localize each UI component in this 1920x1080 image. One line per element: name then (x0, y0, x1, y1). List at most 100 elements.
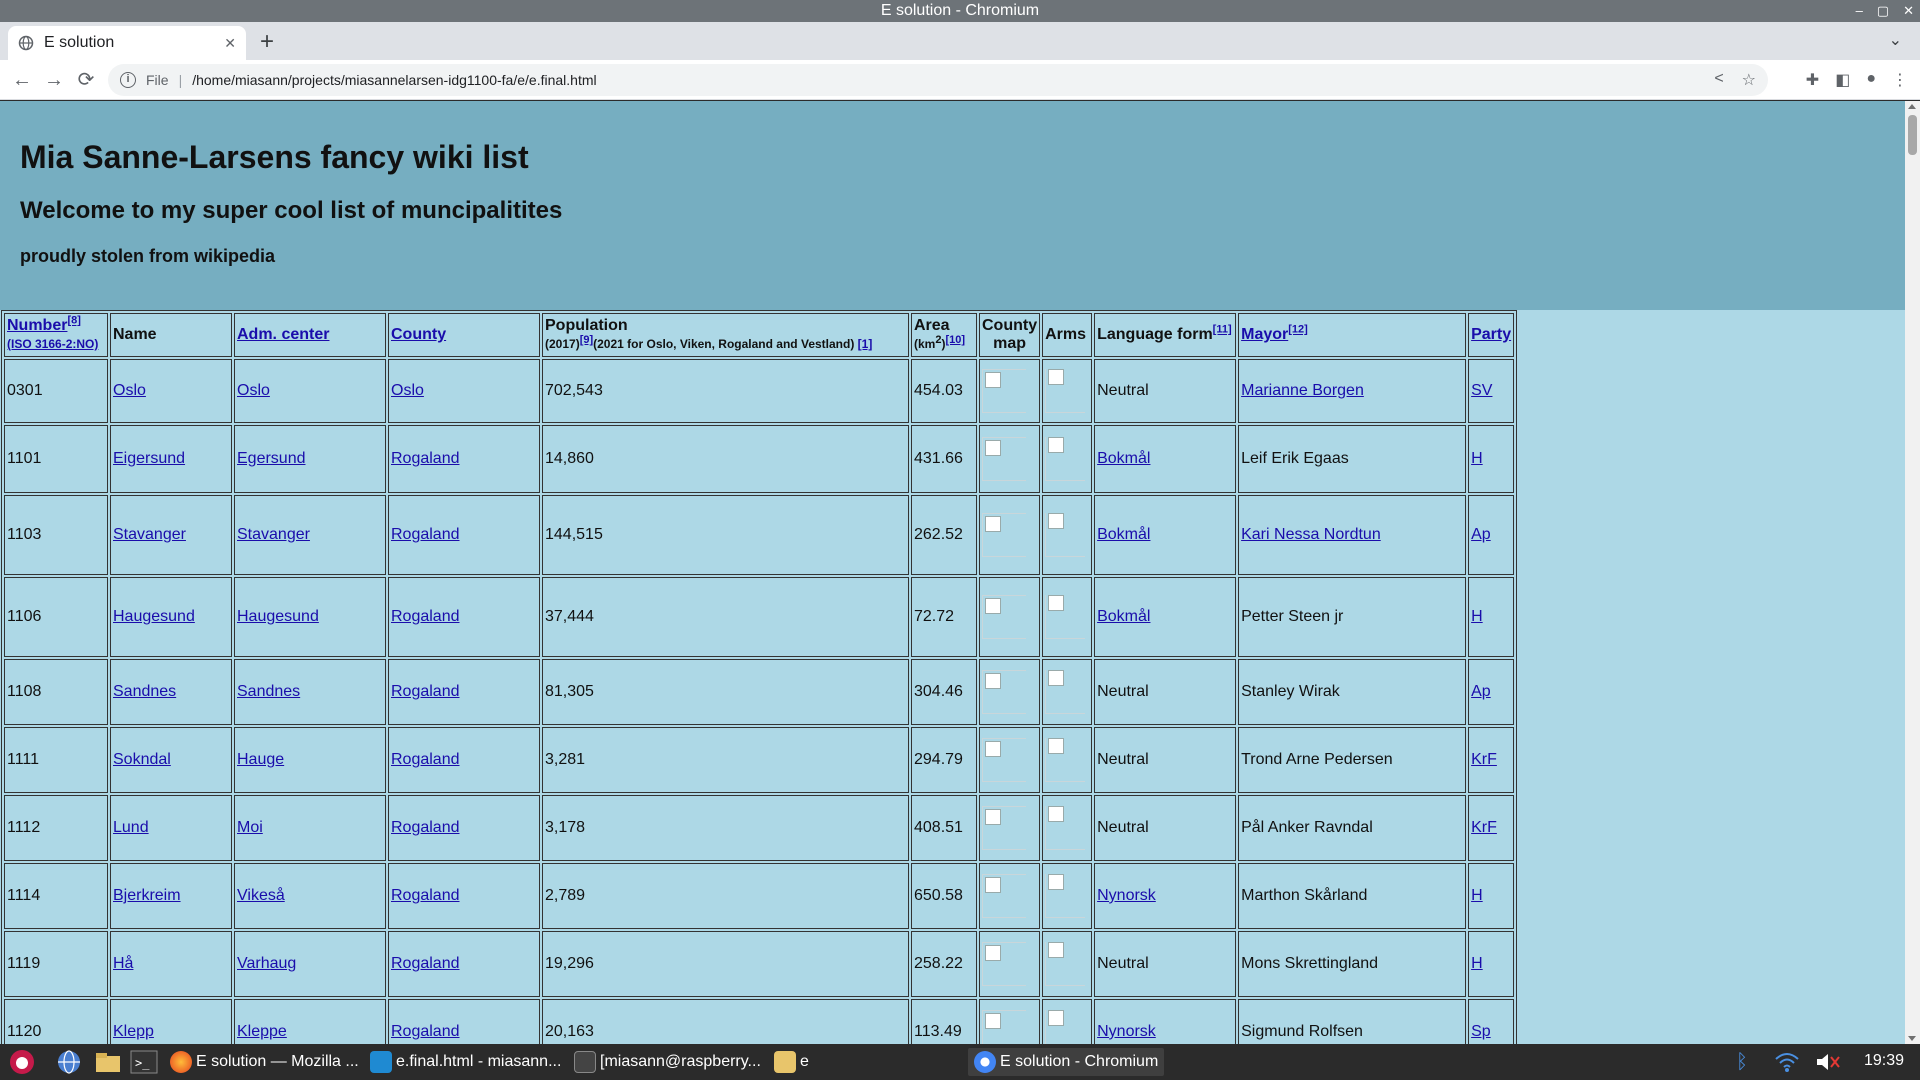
county-link[interactable]: Rogaland (391, 955, 460, 972)
party-link[interactable]: H (1471, 450, 1483, 467)
municipality-name-link[interactable]: Hå (113, 955, 133, 972)
maximize-button[interactable]: ▢ (1877, 0, 1889, 22)
adm-center-link[interactable]: Stavanger (237, 526, 310, 543)
ref-link-9[interactable]: [9] (580, 334, 593, 346)
scroll-down-arrow-icon[interactable] (1908, 1036, 1916, 1041)
adm-center-link[interactable]: Haugesund (237, 608, 319, 625)
profile-icon[interactable]: ● (1866, 70, 1876, 90)
language-form-link[interactable]: Bokmål (1097, 526, 1150, 543)
forward-button[interactable]: → (42, 68, 66, 92)
ref-link-8[interactable]: [8] (67, 315, 80, 327)
broken-image-icon[interactable] (985, 741, 1001, 757)
taskbar-item-terminal[interactable]: [miasann@raspberry... (574, 1048, 761, 1076)
language-form-link[interactable]: Bokmål (1097, 608, 1150, 625)
party-link[interactable]: SV (1471, 382, 1492, 399)
county-link[interactable]: Oslo (391, 382, 424, 399)
municipality-name-link[interactable]: Stavanger (113, 526, 186, 543)
taskbar-item-chromium[interactable]: E solution - Chromium (968, 1048, 1165, 1076)
county-link[interactable]: Rogaland (391, 608, 460, 625)
mayor-link[interactable]: Marianne Borgen (1241, 382, 1364, 399)
language-form-link[interactable]: Nynorsk (1097, 887, 1156, 904)
broken-image-icon[interactable] (985, 440, 1001, 456)
adm-center-link[interactable]: Oslo (237, 382, 270, 399)
reload-button[interactable]: ⟳ (74, 68, 98, 92)
minimize-button[interactable]: – (1856, 0, 1863, 22)
broken-image-icon[interactable] (1048, 1010, 1065, 1026)
broken-image-icon[interactable] (985, 1013, 1001, 1029)
raspberry-menu-icon[interactable] (8, 1048, 36, 1076)
tab-close-icon[interactable]: ✕ (224, 35, 236, 52)
scrollbar-thumb[interactable] (1908, 115, 1917, 155)
broken-image-icon[interactable] (1048, 670, 1065, 686)
municipality-name-link[interactable]: Bjerkreim (113, 887, 181, 904)
county-link[interactable]: Rogaland (391, 819, 460, 836)
taskbar-item-vscode[interactable]: e.final.html - miasann... (370, 1048, 561, 1076)
tab-search-chevron-icon[interactable]: ⌄ (1889, 30, 1902, 50)
county-link[interactable]: Rogaland (391, 526, 460, 543)
party-link[interactable]: Ap (1471, 683, 1491, 700)
broken-image-icon[interactable] (1048, 738, 1065, 754)
wifi-icon[interactable] (1774, 1048, 1800, 1076)
county-link[interactable]: Rogaland (391, 751, 460, 768)
close-window-button[interactable]: ✕ (1903, 0, 1914, 22)
broken-image-icon[interactable] (985, 877, 1001, 893)
party-link[interactable]: KrF (1471, 751, 1497, 768)
county-link[interactable]: Rogaland (391, 450, 460, 467)
language-form-link[interactable]: Bokmål (1097, 450, 1150, 467)
broken-image-icon[interactable] (985, 372, 1001, 388)
terminal-launcher-icon[interactable]: >_ (130, 1048, 158, 1076)
adm-center-link[interactable]: Kleppe (237, 1023, 287, 1040)
party-link[interactable]: H (1471, 955, 1483, 972)
party-link[interactable]: H (1471, 887, 1483, 904)
ref-link-10[interactable]: [10] (945, 334, 965, 346)
adm-center-link[interactable]: Varhaug (237, 955, 296, 972)
header-number-link[interactable]: Number (7, 317, 67, 334)
scroll-up-arrow-icon[interactable] (1908, 104, 1916, 109)
municipality-name-link[interactable]: Sokndal (113, 751, 171, 768)
iso-link[interactable]: (ISO 3166-2:NO) (7, 337, 98, 351)
broken-image-icon[interactable] (1048, 369, 1065, 385)
bookmark-star-icon[interactable]: ☆ (1742, 70, 1756, 90)
broken-image-icon[interactable] (985, 945, 1001, 961)
mayor-link[interactable]: Kari Nessa Nordtun (1241, 526, 1381, 543)
municipality-name-link[interactable]: Oslo (113, 382, 146, 399)
party-link[interactable]: H (1471, 608, 1483, 625)
municipality-name-link[interactable]: Sandnes (113, 683, 176, 700)
header-county-link[interactable]: County (391, 326, 446, 343)
tab-e-solution[interactable]: E solution ✕ (8, 26, 246, 60)
extensions-puzzle-icon[interactable]: ✚ (1806, 70, 1819, 90)
adm-center-link[interactable]: Sandnes (237, 683, 300, 700)
party-link[interactable]: Sp (1471, 1023, 1491, 1040)
broken-image-icon[interactable] (1048, 942, 1065, 958)
broken-image-icon[interactable] (1048, 437, 1065, 453)
address-bar[interactable]: i File | /home/miasann/projects/miasanne… (108, 64, 1768, 96)
new-tab-button[interactable]: + (260, 28, 274, 56)
county-link[interactable]: Rogaland (391, 683, 460, 700)
broken-image-icon[interactable] (1048, 513, 1065, 529)
adm-center-link[interactable]: Hauge (237, 751, 284, 768)
page-scrollbar[interactable] (1905, 101, 1920, 1044)
broken-image-icon[interactable] (985, 516, 1001, 532)
county-link[interactable]: Rogaland (391, 887, 460, 904)
adm-center-link[interactable]: Moi (237, 819, 263, 836)
municipality-name-link[interactable]: Eigersund (113, 450, 185, 467)
menu-kebab-icon[interactable]: ⋮ (1892, 70, 1908, 90)
county-link[interactable]: Rogaland (391, 1023, 460, 1040)
language-form-link[interactable]: Nynorsk (1097, 1023, 1156, 1040)
adm-center-link[interactable]: Vikeså (237, 887, 285, 904)
broken-image-icon[interactable] (985, 673, 1001, 689)
taskbar-item-folder[interactable]: e (774, 1048, 809, 1076)
party-link[interactable]: KrF (1471, 819, 1497, 836)
volume-muted-icon[interactable] (1814, 1048, 1840, 1076)
info-icon[interactable]: i (120, 72, 136, 88)
bluetooth-icon[interactable]: ᛒ (1736, 1048, 1748, 1076)
side-panel-icon[interactable]: ◧ (1835, 70, 1850, 90)
header-adm-center-link[interactable]: Adm. center (237, 326, 329, 343)
taskbar-item-firefox[interactable]: E solution — Mozilla ... (170, 1048, 359, 1076)
party-link[interactable]: Ap (1471, 526, 1491, 543)
ref-link-12[interactable]: [12] (1288, 324, 1308, 336)
ref-link-11[interactable]: [11] (1213, 324, 1232, 336)
broken-image-icon[interactable] (1048, 874, 1065, 890)
adm-center-link[interactable]: Egersund (237, 450, 306, 467)
file-manager-launcher-icon[interactable] (94, 1048, 122, 1076)
